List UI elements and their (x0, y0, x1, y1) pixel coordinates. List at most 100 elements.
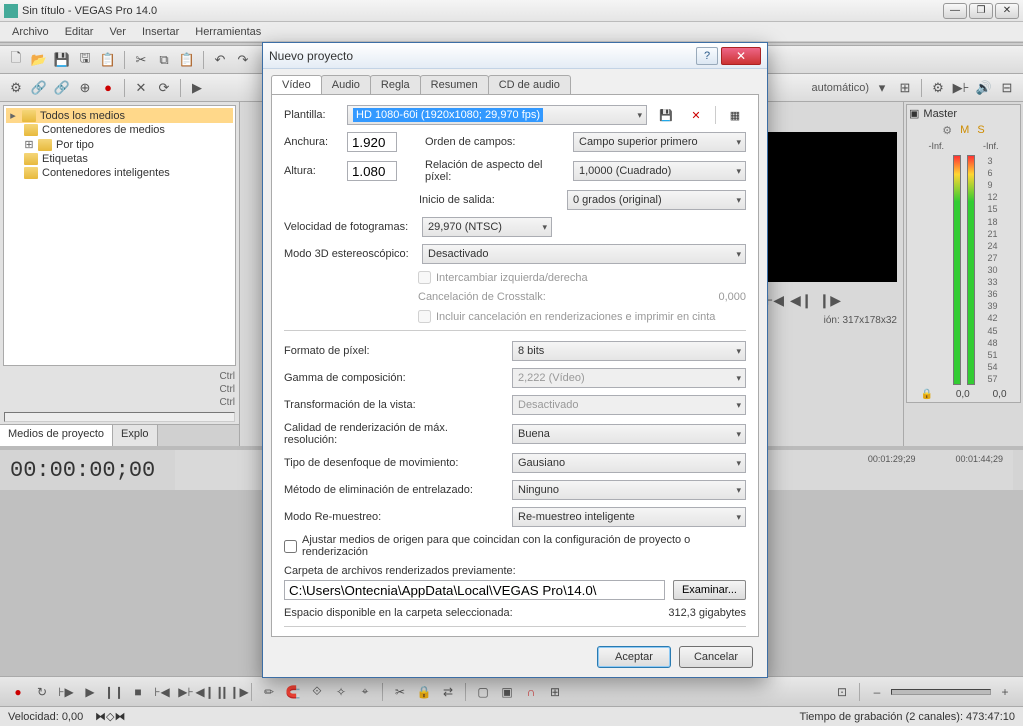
tool-icon-6[interactable]: ⟳ (154, 78, 174, 98)
play-button[interactable]: ▶ (80, 682, 100, 702)
copy-icon[interactable]: ⧉ (154, 50, 174, 70)
undo-icon[interactable]: ↶ (210, 50, 230, 70)
tab-explorer[interactable]: Explo (113, 425, 158, 446)
lock-tool-icon[interactable]: 🔒 (414, 682, 434, 702)
dim-icon[interactable]: ⊟ (997, 78, 1017, 98)
region-tool-icon[interactable]: ▣ (497, 682, 517, 702)
dialog-close-button[interactable]: ✕ (721, 47, 761, 65)
properties-icon[interactable]: 📋 (98, 50, 118, 70)
par-combo[interactable]: 1,0000 (Cuadrado) (573, 161, 746, 181)
tree-item-smart[interactable]: Contenedores inteligentes (6, 166, 233, 180)
playhead-icon[interactable]: ▶⊦ (951, 78, 971, 98)
tab-summary[interactable]: Resumen (420, 75, 489, 94)
prerender-path-input[interactable] (284, 580, 665, 600)
media-tree[interactable]: ▸ Todos los medios Contenedores de medio… (3, 105, 236, 366)
cut-tool-icon[interactable]: ✂ (390, 682, 410, 702)
tool-record-icon[interactable]: ● (98, 78, 118, 98)
close-button[interactable]: ✕ (995, 3, 1019, 19)
open-icon[interactable]: 📂 (29, 50, 49, 70)
tool-misc-2-icon[interactable]: ✧ (331, 682, 351, 702)
stereo-combo[interactable]: Desactivado (422, 244, 746, 264)
snap-tool-icon[interactable]: ∩ (521, 682, 541, 702)
framerate-combo[interactable]: 29,970 (NTSC) (422, 217, 552, 237)
loop-button[interactable]: ↻ (32, 682, 52, 702)
menu-archivo[interactable]: Archivo (4, 24, 57, 40)
timecode-display[interactable]: 00:00:00;00 (10, 458, 155, 483)
grid-tool-icon[interactable]: ⊞ (545, 682, 565, 702)
new-icon[interactable]: 🗋 (6, 50, 26, 70)
motion-blur-combo[interactable]: Gausiano (512, 453, 746, 473)
pause-button[interactable]: ❙❙ (104, 682, 124, 702)
prev-icon[interactable]: ◀❙ (790, 292, 813, 309)
menu-insertar[interactable]: Insertar (134, 24, 187, 40)
tool-icon-3[interactable]: 🔗 (52, 78, 72, 98)
menu-herramientas[interactable]: Herramientas (187, 24, 269, 40)
tool-icon-2[interactable]: 🔗 (29, 78, 49, 98)
cancel-button[interactable]: Cancelar (679, 646, 753, 668)
paste-icon[interactable]: 📋 (177, 50, 197, 70)
lock-icon[interactable]: 🔒 (920, 389, 932, 400)
record-button[interactable]: ● (8, 682, 28, 702)
deinterlace-combo[interactable]: Ninguno (512, 480, 746, 500)
template-combo[interactable]: HD 1080-60i (1920x1080; 29,970 fps) (347, 105, 647, 125)
tree-root[interactable]: ▸ Todos los medios (6, 108, 233, 123)
template-save-icon[interactable]: 💾 (655, 105, 677, 125)
browse-button[interactable]: Examinar... (673, 580, 746, 600)
tool-icon-5[interactable]: ✕ (131, 78, 151, 98)
zoom-tool-icon[interactable]: ⊡ (832, 682, 852, 702)
solo-button[interactable]: S (977, 124, 984, 137)
tab-video[interactable]: Vídeo (271, 75, 322, 94)
next-button[interactable]: ❙❙▶ (224, 682, 244, 702)
scrub-slider[interactable]: ⧓◇⧓ (95, 710, 125, 723)
redo-icon[interactable]: ↷ (233, 50, 253, 70)
render-quality-combo[interactable]: Buena (512, 424, 746, 444)
prev-frame-icon[interactable]: ⊦◀ (766, 292, 784, 309)
resample-combo[interactable]: Re-muestreo inteligente (512, 507, 746, 527)
tool-icon-1[interactable]: ⚙ (6, 78, 26, 98)
next-icon[interactable]: ❙▶ (819, 292, 842, 309)
dialog-titlebar[interactable]: Nuevo proyecto ? ✕ (263, 43, 767, 69)
render-icon[interactable]: 🖫 (75, 50, 95, 70)
tab-audio-cd[interactable]: CD de audio (488, 75, 571, 94)
tool-icon-4[interactable]: ⊕ (75, 78, 95, 98)
zoom-out-icon[interactable]: – (867, 682, 887, 702)
tab-audio[interactable]: Audio (321, 75, 371, 94)
pixel-format-combo[interactable]: 8 bits (512, 341, 746, 361)
scrollbar-h[interactable] (4, 412, 235, 422)
speaker-icon[interactable]: 🔊 (974, 78, 994, 98)
zoom-in-icon[interactable]: + (995, 682, 1015, 702)
menu-ver[interactable]: Ver (101, 24, 134, 40)
tool-misc-3-icon[interactable]: ⌖ (355, 682, 375, 702)
save-icon[interactable]: 💾 (52, 50, 72, 70)
minimize-button[interactable]: — (943, 3, 967, 19)
adjust-media-checkbox[interactable]: Ajustar medios de origen para que coinci… (284, 534, 746, 558)
dialog-help-button[interactable]: ? (696, 47, 718, 65)
overlay-icon[interactable]: ⊞ (895, 78, 915, 98)
tree-item-tags[interactable]: Etiquetas (6, 152, 233, 166)
output-rotation-combo[interactable]: 0 grados (original) (567, 190, 746, 210)
field-order-combo[interactable]: Campo superior primero (573, 132, 746, 152)
ripple-tool-icon[interactable]: ⇄ (438, 682, 458, 702)
stop-button[interactable]: ■ (128, 682, 148, 702)
template-delete-icon[interactable]: ✕ (685, 105, 707, 125)
maximize-button[interactable]: ❐ (969, 3, 993, 19)
tool-play-icon[interactable]: ▶ (187, 78, 207, 98)
width-input[interactable] (347, 132, 397, 152)
tab-project-media[interactable]: Medios de proyecto (0, 425, 113, 446)
edit-tool-icon[interactable]: ✏ (259, 682, 279, 702)
gear-icon[interactable]: ⚙ (928, 78, 948, 98)
tree-item-by-type[interactable]: ⊞ Por tipo (6, 137, 233, 152)
play-start-button[interactable]: ⊦▶ (56, 682, 76, 702)
magnet-tool-icon[interactable]: 🧲 (283, 682, 303, 702)
ok-button[interactable]: Aceptar (597, 646, 671, 668)
template-match-icon[interactable]: ▦ (724, 105, 746, 125)
dropdown-icon[interactable]: ▾ (872, 78, 892, 98)
menu-editar[interactable]: Editar (57, 24, 102, 40)
tab-ruler[interactable]: Regla (370, 75, 421, 94)
gear-small-icon[interactable]: ⚙ (942, 124, 952, 137)
tree-item-containers[interactable]: Contenedores de medios (6, 123, 233, 137)
go-end-button[interactable]: ▶⊦ (176, 682, 196, 702)
marker-tool-icon[interactable]: ▢ (473, 682, 493, 702)
go-start-button[interactable]: ⊦◀ (152, 682, 172, 702)
zoom-slider[interactable] (891, 689, 991, 695)
